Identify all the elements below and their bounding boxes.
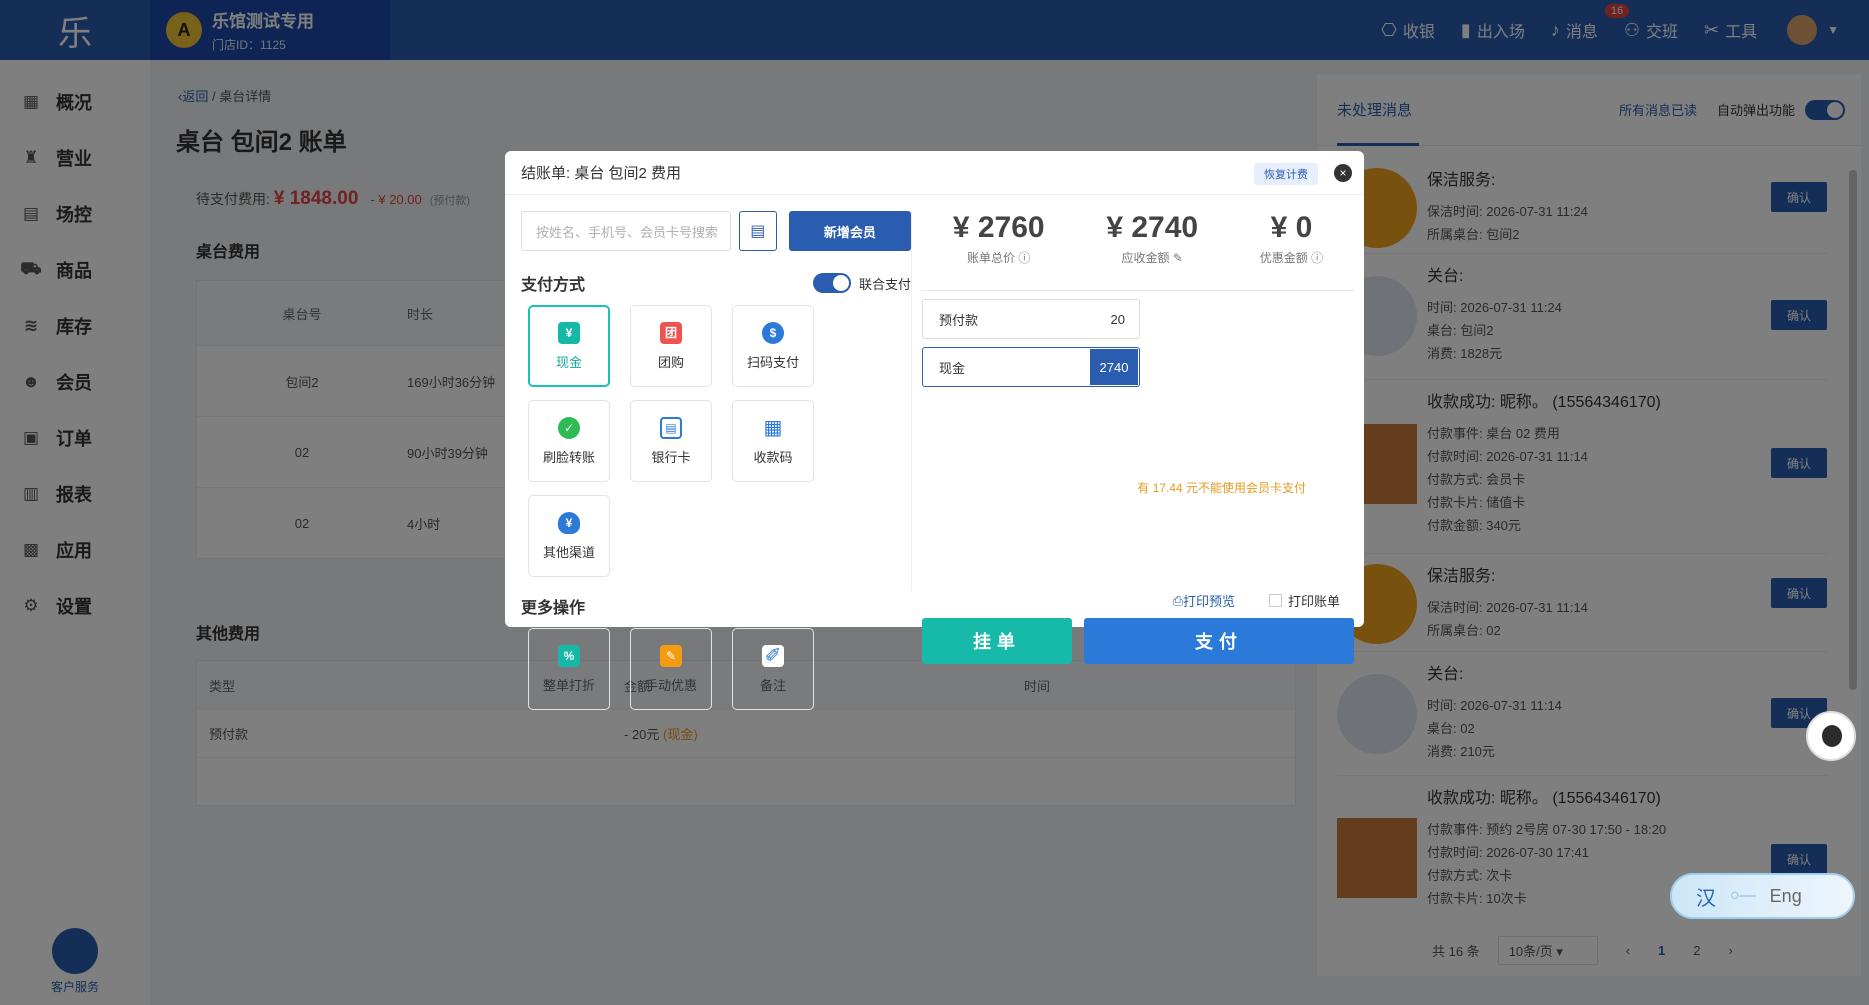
pay-method-other[interactable]: ¥ 其他渠道 bbox=[528, 495, 610, 577]
pay-method-heading: 支付方式 联合支付 bbox=[521, 271, 911, 295]
print-bill-checkbox[interactable] bbox=[1268, 594, 1282, 607]
discount-label: 优惠金额 ⓘ bbox=[1259, 251, 1324, 265]
combined-pay-toggle[interactable]: 联合支付 bbox=[812, 273, 911, 293]
member-search-input[interactable]: 按姓名、手机号、会员卡号搜索 bbox=[521, 211, 731, 251]
receivable-label: 应收金额 ✎ bbox=[1121, 251, 1183, 265]
prepaid-label: 预付款 bbox=[939, 312, 979, 328]
manual-discount-button[interactable]: ✎ 手动优惠 bbox=[630, 628, 712, 710]
bill-total-label: 账单总价 ⓘ bbox=[967, 251, 1031, 265]
group-buy-icon: 团 bbox=[660, 321, 682, 344]
qr-code-icon: ▦ bbox=[762, 416, 784, 439]
prepaid-field: 预付款 20 bbox=[922, 299, 1140, 339]
bill-total: ¥ 2760 账单总价 ⓘ bbox=[953, 211, 1045, 290]
assistant-avatar[interactable] bbox=[1806, 711, 1856, 761]
bank-card-icon: ▤ bbox=[660, 416, 682, 439]
ime-english-label: Eng bbox=[1769, 885, 1802, 906]
whole-discount-button[interactable]: % 整单打折 bbox=[528, 628, 610, 710]
pay-method-label: 收款码 bbox=[753, 449, 793, 465]
pay-method-label: 其他渠道 bbox=[542, 544, 595, 560]
modal-divider bbox=[911, 211, 912, 591]
printer-icon: ⎙ bbox=[1172, 592, 1183, 608]
combined-pay-label: 联合支付 bbox=[858, 276, 911, 292]
pen-icon: ✐ bbox=[762, 644, 784, 667]
scan-card-icon[interactable]: ▤ bbox=[738, 211, 777, 251]
modal-title: 结账单: 桌台 包间2 费用 bbox=[505, 151, 1364, 195]
ime-chinese-label: 汉 bbox=[1696, 887, 1716, 910]
edit-icon: ✎ bbox=[660, 644, 682, 667]
scan-pay-icon: $ bbox=[762, 321, 784, 344]
member-search: 按姓名、手机号、会员卡号搜索 ▤ 新增会员 bbox=[521, 211, 911, 251]
discount-value: ¥ 0 bbox=[1270, 211, 1313, 244]
pay-method-label: 银行卡 bbox=[651, 449, 691, 465]
pay-button[interactable]: 支付 bbox=[1084, 618, 1354, 664]
cash-icon: ¥ bbox=[558, 321, 580, 344]
pay-method-label: 刷脸转账 bbox=[542, 449, 595, 465]
receivable-value: ¥ 2740 bbox=[1106, 211, 1199, 244]
pay-method-label: 支付方式 bbox=[521, 277, 586, 294]
action-label: 备注 bbox=[759, 677, 786, 693]
print-options: ⎙ 打印预览 打印账单 bbox=[1173, 591, 1340, 610]
print-preview-link[interactable]: 打印预览 bbox=[1183, 591, 1235, 610]
bill-total-value: ¥ 2760 bbox=[952, 211, 1045, 244]
add-member-button[interactable]: 新增会员 bbox=[788, 211, 911, 251]
pay-method-cash[interactable]: ¥ 现金 bbox=[528, 305, 610, 387]
bill-summary: ¥ 2760 账单总价 ⓘ ¥ 2740 应收金额 ✎ ¥ 0 优惠金额 ⓘ bbox=[922, 211, 1354, 291]
money-bag-icon: ¥ bbox=[558, 511, 580, 534]
print-bill-label: 打印账单 bbox=[1287, 594, 1340, 609]
member-card-warning: 有 17.44 元不能使用会员卡支付 bbox=[1137, 481, 1306, 495]
cash-amount-field[interactable]: 现金 2740 bbox=[922, 347, 1140, 387]
restore-billing-button[interactable]: 恢复计费 bbox=[1254, 163, 1318, 185]
pay-method-label: 现金 bbox=[555, 354, 582, 370]
payment-left: 按姓名、手机号、会员卡号搜索 ▤ 新增会员 支付方式 联合支付 ¥ 现金 团团购 … bbox=[521, 211, 911, 723]
pay-method-bank-card[interactable]: ▤ 银行卡 bbox=[630, 400, 712, 482]
checkout-modal: 结账单: 桌台 包间2 费用 恢复计费 × 按姓名、手机号、会员卡号搜索 ▤ 新… bbox=[505, 151, 1364, 710]
cash-label: 现金 bbox=[939, 360, 966, 376]
receivable: ¥ 2740 应收金额 ✎ bbox=[1106, 211, 1198, 290]
more-actions-grid: % 整单打折 ✎ 手动优惠 ✐ 备注 bbox=[521, 628, 921, 723]
ime-toggle-icon: ○— bbox=[1730, 887, 1756, 904]
pay-method-label: 扫码支付 bbox=[746, 354, 799, 370]
discount-tag-icon: % bbox=[558, 644, 580, 667]
close-icon[interactable]: × bbox=[1334, 164, 1352, 182]
hang-order-button[interactable]: 挂单 bbox=[922, 618, 1072, 664]
action-label: 手动优惠 bbox=[644, 677, 697, 693]
remark-button[interactable]: ✐ 备注 bbox=[732, 628, 814, 710]
pay-method-grid: ¥ 现金 团团购 $ 扫码支付 ✓ 刷脸转账 ▤ 银行卡 ▦ 收款码 ¥ 其他渠道 bbox=[521, 305, 921, 590]
action-label: 整单打折 bbox=[542, 677, 595, 693]
wechat-icon: ✓ bbox=[558, 416, 580, 439]
payment-right: ¥ 2760 账单总价 ⓘ ¥ 2740 应收金额 ✎ ¥ 0 优惠金额 ⓘ 预付款 2… bbox=[922, 211, 1354, 664]
combined-pay-switch[interactable] bbox=[812, 273, 851, 293]
pay-method-group-buy[interactable]: 团团购 bbox=[630, 305, 712, 387]
prepaid-value: 20 bbox=[1110, 311, 1125, 327]
cash-amount-input[interactable]: 2740 bbox=[1090, 349, 1138, 385]
discount-amount: ¥ 0 优惠金额 ⓘ bbox=[1260, 211, 1323, 290]
pay-method-qr[interactable]: ▦ 收款码 bbox=[732, 400, 814, 482]
pay-method-face[interactable]: ✓ 刷脸转账 bbox=[528, 400, 610, 482]
more-actions-label: 更多操作 bbox=[521, 600, 586, 617]
pay-method-scan[interactable]: $ 扫码支付 bbox=[732, 305, 814, 387]
input-method-switcher[interactable]: 汉 ○— Eng bbox=[1670, 873, 1855, 919]
pay-method-label: 团购 bbox=[657, 354, 684, 370]
